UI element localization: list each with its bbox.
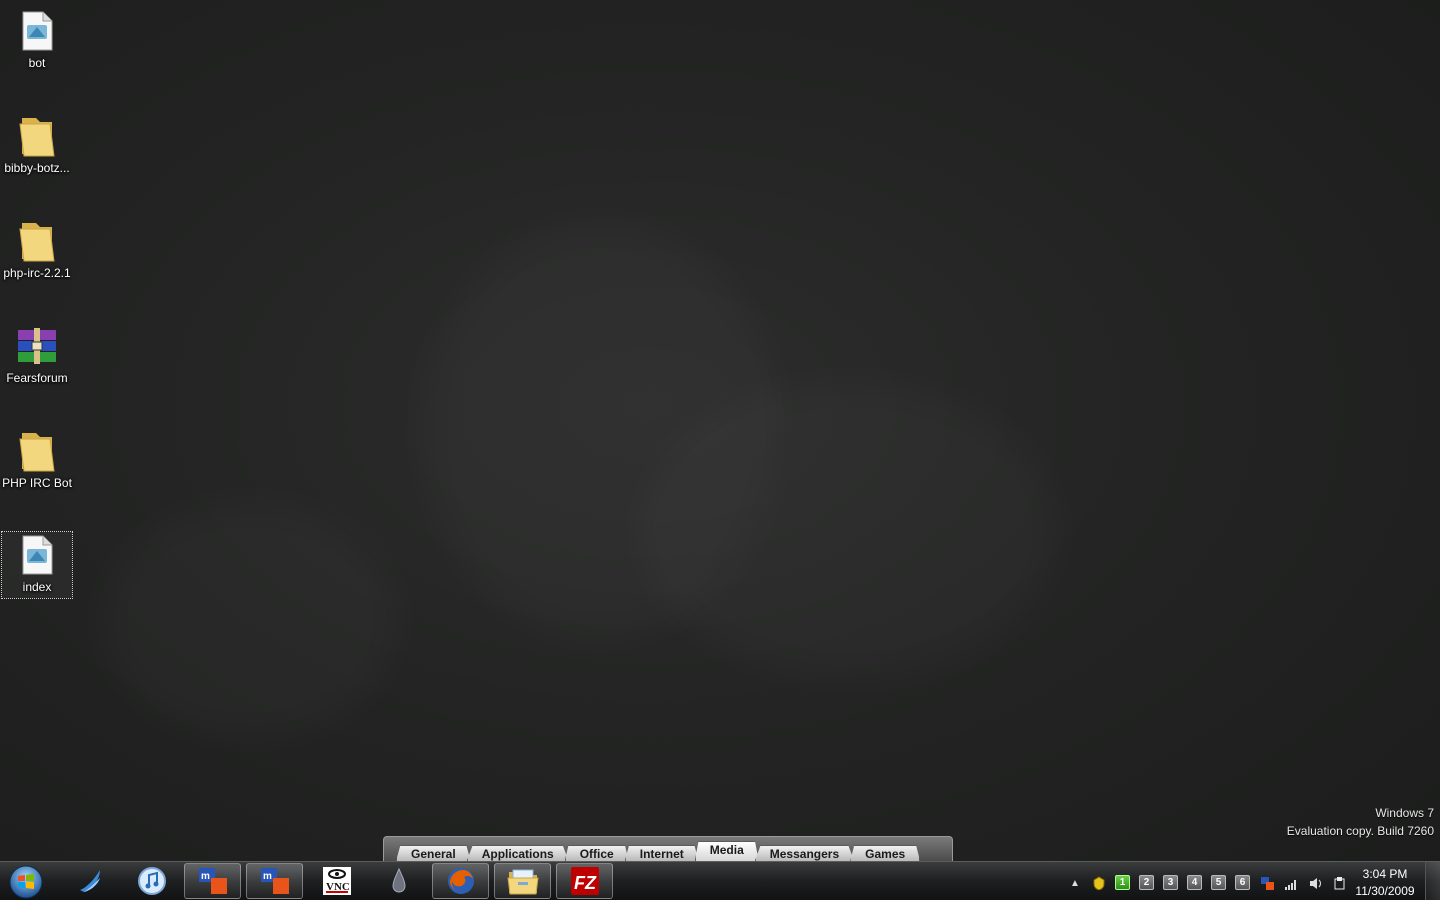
firefox-icon <box>447 868 474 894</box>
folder-icon <box>13 428 61 474</box>
windows-explorer-icon <box>506 869 539 895</box>
desktop-icon-fearsforum[interactable]: Fearsforum <box>2 323 72 389</box>
winrar-archive-icon <box>13 323 61 369</box>
virtual-desktop-2[interactable]: 2 <box>1139 875 1154 890</box>
mirc-tray-icon[interactable] <box>1259 875 1275 891</box>
desktop-icon-label: PHP IRC Bot <box>2 476 72 490</box>
text-document-icon <box>13 532 61 578</box>
taskbar: m m VNC FZ ▲ 1 2 3 4 5 6 3:04 PM 11/30/2… <box>0 861 1440 900</box>
itunes-icon <box>137 867 166 895</box>
desktop-icon-label: bot <box>28 56 46 70</box>
taskbar-mirc-2[interactable]: m <box>246 863 303 899</box>
virtual-desktop-3[interactable]: 3 <box>1163 875 1178 890</box>
action-center-flag-icon[interactable] <box>1331 875 1347 891</box>
taskbar-windows-live-messenger[interactable] <box>62 863 119 899</box>
taskbar-windows-explorer[interactable] <box>494 863 551 899</box>
taskbar-ink-app[interactable] <box>370 863 427 899</box>
system-clock[interactable]: 3:04 PM 11/30/2009 <box>1350 866 1420 900</box>
dock-tab-messangers[interactable]: Messangers <box>754 845 855 861</box>
security-shield-icon[interactable] <box>1091 875 1107 891</box>
volume-speaker-icon[interactable] <box>1307 875 1323 891</box>
mirc-icon: m <box>260 868 289 894</box>
taskbar-filezilla[interactable]: FZ <box>556 863 613 899</box>
dock-tab-applications[interactable]: Applications <box>466 845 569 861</box>
desktop-icon-php-irc-bot[interactable]: PHP IRC Bot <box>2 428 72 494</box>
tab-dock: General Applications Office Internet Med… <box>383 836 953 861</box>
desktop-icon-label: bibby-botz... <box>4 161 70 175</box>
desktop-icon-label: php-irc-2.2.1 <box>3 266 71 280</box>
ink-drop-icon <box>391 867 406 893</box>
watermark-os-name: Windows 7 <box>1375 806 1434 820</box>
windows-live-messenger-icon <box>79 870 100 892</box>
wallpaper-shape <box>100 500 400 740</box>
dock-tab-general[interactable]: General <box>396 845 471 861</box>
windows-logo-icon <box>9 865 43 899</box>
desktop-icon-label: Fearsforum <box>6 371 68 385</box>
svg-text:m: m <box>263 871 272 882</box>
taskbar-mirc-1[interactable]: m <box>184 863 241 899</box>
dock-tab-internet[interactable]: Internet <box>624 845 699 861</box>
mirc-icon: m <box>198 868 227 894</box>
taskbar-firefox[interactable] <box>432 863 489 899</box>
desktop-icon-bibby-botz[interactable]: bibby-botz... <box>2 113 72 179</box>
desktop-icon-bot[interactable]: bot <box>2 8 72 74</box>
show-desktop-button[interactable] <box>1425 862 1440 900</box>
start-button[interactable] <box>6 864 46 900</box>
taskbar-itunes[interactable] <box>123 863 180 899</box>
dock-tab-games[interactable]: Games <box>850 845 921 861</box>
clock-time: 3:04 PM <box>1362 867 1408 881</box>
desktop-icon-label: index <box>22 580 52 594</box>
virtual-desktop-5[interactable]: 5 <box>1211 875 1226 890</box>
virtual-desktop-1[interactable]: 1 <box>1115 875 1130 890</box>
clock-date: 11/30/2009 <box>1355 884 1415 898</box>
folder-icon <box>13 218 61 264</box>
filezilla-icon: FZ <box>570 867 599 895</box>
vnc-icon: VNC <box>322 867 351 895</box>
show-hidden-icons-arrow-icon[interactable]: ▲ <box>1067 875 1083 891</box>
virtual-desktop-4[interactable]: 4 <box>1187 875 1202 890</box>
dock-tab-media[interactable]: Media <box>694 841 759 861</box>
windows-watermark: Windows 7 Evaluation copy. Build 7260 <box>1287 804 1434 840</box>
taskbar-vnc-viewer[interactable]: VNC <box>308 863 365 899</box>
folder-icon <box>13 113 61 159</box>
text-document-icon <box>13 8 61 54</box>
svg-text:FZ: FZ <box>574 873 597 893</box>
desktop-icon-index[interactable]: index <box>1 531 73 599</box>
desktop-icon-php-irc[interactable]: php-irc-2.2.1 <box>2 218 72 284</box>
watermark-build: Evaluation copy. Build 7260 <box>1286 824 1434 838</box>
virtual-desktop-6[interactable]: 6 <box>1235 875 1250 890</box>
dock-tab-office[interactable]: Office <box>564 845 629 861</box>
wallpaper-shape <box>640 380 1060 680</box>
svg-text:m: m <box>201 871 210 882</box>
network-signal-icon[interactable] <box>1283 875 1299 891</box>
